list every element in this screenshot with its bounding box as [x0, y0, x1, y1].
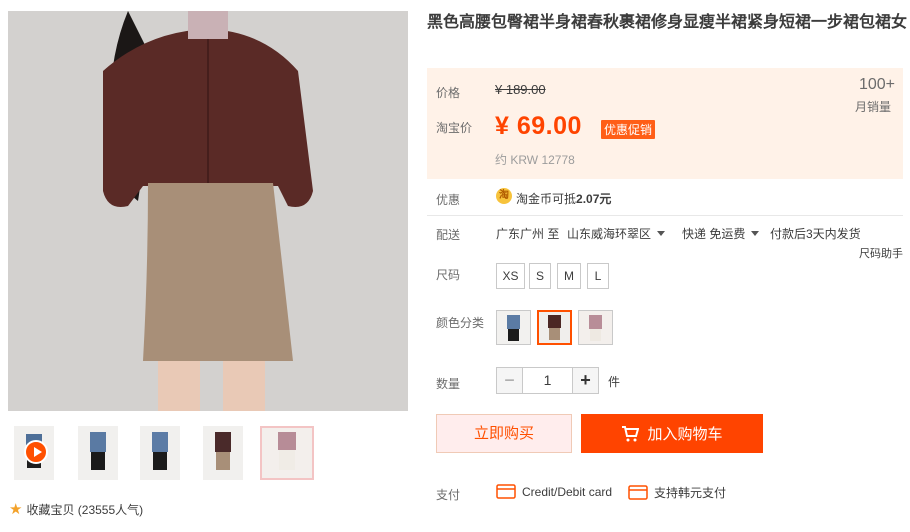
- color-option-3[interactable]: [578, 310, 613, 345]
- divider: [427, 215, 903, 216]
- favorite-text: 收藏宝贝 (23555人气): [26, 503, 144, 517]
- star-icon: ★: [9, 501, 23, 518]
- price-panel: 价格 ¥ 189.00 淘宝价 ¥ 69.00 优惠促销 约 KRW 12778…: [427, 68, 903, 179]
- credit-card-icon: [496, 484, 516, 499]
- thumbnail-3[interactable]: [140, 426, 180, 480]
- add-to-cart-label: 加入购物车: [647, 426, 723, 443]
- promo-badge[interactable]: 优惠促销: [601, 120, 656, 139]
- original-price: ¥ 189.00: [495, 82, 546, 97]
- size-option-xs[interactable]: XS: [496, 263, 525, 289]
- thumbnail-2[interactable]: [78, 426, 118, 480]
- size-option-s[interactable]: S: [529, 263, 551, 289]
- coin-discount-amount: 2.07元: [576, 192, 612, 206]
- play-icon[interactable]: [24, 440, 48, 464]
- delivery-label: 配送: [436, 228, 461, 242]
- size-label: 尺码: [436, 268, 461, 282]
- delivery-from: 广东广州 至: [496, 227, 560, 241]
- thumbnail-4[interactable]: [203, 426, 243, 480]
- chevron-down-icon: [657, 231, 666, 236]
- quantity-decrease-button[interactable]: −: [496, 367, 523, 394]
- color-option-1[interactable]: [496, 310, 531, 345]
- coin-discount-prefix: 淘金币可抵: [516, 192, 577, 206]
- quantity-increase-button[interactable]: +: [572, 367, 599, 394]
- add-to-cart-button[interactable]: 加入购物车: [581, 414, 763, 453]
- size-helper-link[interactable]: 尺码助手: [859, 245, 903, 261]
- color-option-2-selected[interactable]: [537, 310, 572, 345]
- buy-now-button[interactable]: 立即购买: [436, 414, 572, 453]
- favorite-item[interactable]: ★ 收藏宝贝 (23555人气): [9, 501, 143, 518]
- approx-krw-price: 约 KRW 12778: [495, 153, 575, 167]
- taobao-price-label: 淘宝价: [436, 121, 473, 135]
- quantity-unit: 件: [608, 375, 621, 389]
- payment-method-krw-text: 支持韩元支付: [654, 486, 727, 500]
- delivery-destination-select[interactable]: 山东威海环翠区: [567, 225, 666, 242]
- thumbnail-strip: [14, 426, 314, 480]
- thumbnail-5-selected[interactable]: [260, 426, 314, 480]
- shipping-method-text: 快递 免运费: [682, 227, 746, 241]
- payment-method-card-text: Credit/Debit card: [522, 484, 613, 499]
- payment-method-krw: 支持韩元支付: [628, 484, 726, 501]
- thumbnail-video[interactable]: [14, 426, 54, 480]
- main-product-image[interactable]: [8, 11, 408, 411]
- discount-label: 优惠: [436, 193, 461, 207]
- current-price: ¥ 69.00: [495, 112, 582, 140]
- price-label: 价格: [436, 86, 461, 100]
- dispatch-time: 付款后3天内发货: [770, 227, 861, 241]
- size-option-l[interactable]: L: [587, 263, 609, 289]
- credit-card-icon: [628, 485, 648, 500]
- coin-discount-text: 淘金币可抵2.07元: [516, 190, 611, 207]
- chevron-down-icon: [751, 231, 760, 236]
- cart-icon: [621, 425, 640, 442]
- color-label: 颜色分类: [436, 316, 485, 330]
- delivery-destination-text: 山东威海环翠区: [567, 227, 652, 241]
- quantity-input[interactable]: 1: [523, 367, 572, 394]
- quantity-label: 数量: [436, 377, 461, 391]
- monthly-sales-count: 100+: [858, 76, 895, 93]
- payment-method-card: Credit/Debit card: [496, 484, 612, 499]
- shipping-method-select[interactable]: 快递 免运费: [682, 225, 760, 242]
- payment-label: 支付: [436, 488, 461, 502]
- product-title: 黑色高腰包臀裙半身裙春秋裹裙修身显瘦半裙紧身短裙一步裙包裙女: [427, 14, 908, 31]
- monthly-sales-label: 月销量: [854, 100, 891, 114]
- size-option-m[interactable]: M: [557, 263, 581, 289]
- taobao-coin-icon: 淘: [496, 188, 512, 204]
